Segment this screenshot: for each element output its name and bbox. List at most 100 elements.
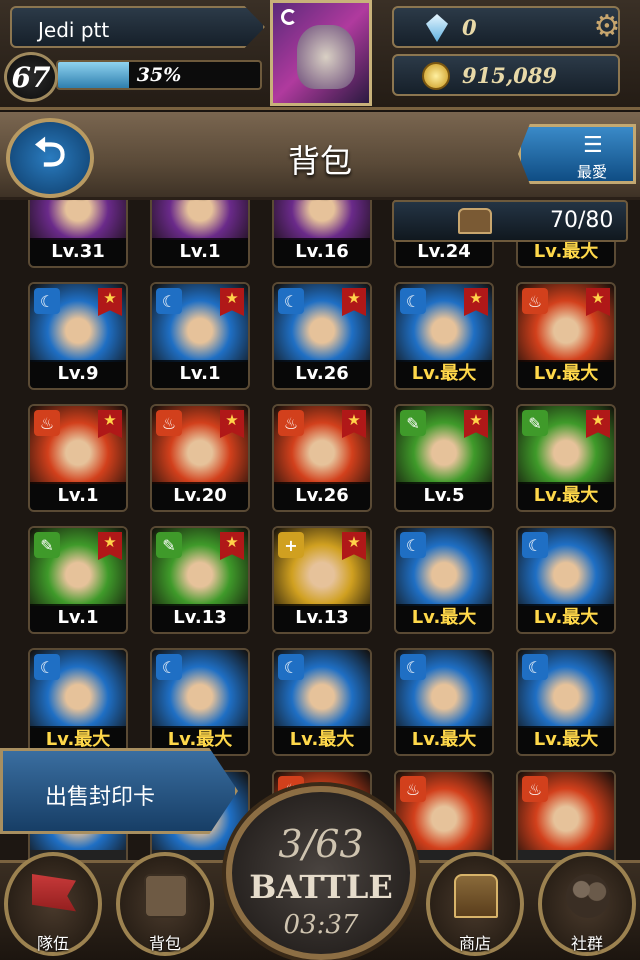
nav-bag-label: 背包	[148, 934, 181, 953]
card-level: Lv.31	[30, 238, 126, 266]
water-attribute-icon: ☾	[278, 654, 304, 680]
monster-card[interactable]: ☾ Lv.最大	[394, 526, 494, 634]
monster-art	[152, 200, 248, 240]
card-level: Lv.最大	[518, 726, 614, 754]
bag-capacity: 70/80	[392, 200, 628, 242]
monster-card[interactable]: 使用中 Lv.16	[272, 200, 372, 268]
monster-card[interactable]: 使用中 Lv.1	[150, 200, 250, 268]
card-level: Lv.26	[274, 360, 370, 388]
player-name: Jedi ptt	[38, 18, 110, 42]
treasure-chest-icon	[454, 874, 498, 918]
in-use-label: 使用中	[30, 200, 126, 201]
battle-button[interactable]: 3/63 BATTLE 03:37	[226, 786, 416, 960]
card-level: Lv.最大	[396, 360, 492, 388]
wood-attribute-icon: ✎	[156, 532, 182, 558]
sell-cards-button[interactable]: 出售封印卡	[0, 748, 238, 834]
monster-art	[274, 200, 370, 240]
monster-card[interactable]: ♨ ★ Lv.26	[272, 404, 372, 512]
monster-card[interactable]: ☾ Lv.最大	[150, 648, 250, 756]
gear-icon[interactable]: ⚙	[590, 10, 624, 44]
card-level: Lv.最大	[518, 360, 614, 388]
card-level: Lv.最大	[274, 726, 370, 754]
water-attribute-icon: ☾	[34, 654, 60, 680]
fire-attribute-icon: ♨	[522, 776, 548, 802]
player-name-plate: Jedi ptt	[10, 6, 265, 48]
monster-card[interactable]: ☾ Lv.最大	[516, 526, 616, 634]
monster-card[interactable]: ☾ ★ Lv.9	[28, 282, 128, 390]
card-level: Lv.5	[396, 482, 492, 510]
card-level: Lv.9	[30, 360, 126, 388]
monster-card[interactable]: ☾ Lv.最大	[394, 648, 494, 756]
monster-card[interactable]: ☾ Lv.最大	[28, 648, 128, 756]
nav-bag[interactable]: 背包	[116, 852, 214, 956]
card-level: Lv.13	[274, 604, 370, 632]
nav-shop[interactable]: 商店	[426, 852, 524, 956]
gem-counter: 0	[392, 6, 620, 48]
card-level: Lv.26	[274, 482, 370, 510]
battle-label: BATTLE	[249, 868, 393, 906]
back-arrow-icon: ⮌	[33, 130, 67, 176]
fire-attribute-icon: ♨	[522, 288, 548, 314]
card-level: Lv.1	[152, 238, 248, 266]
sell-cards-label: 出售封印卡	[45, 785, 156, 810]
exp-percent: 35%	[136, 64, 182, 86]
monster-card[interactable]: ✎ ★ Lv.13	[150, 526, 250, 634]
monster-card[interactable]: + ★ Lv.13	[272, 526, 372, 634]
fire-attribute-icon: ♨	[278, 410, 304, 436]
water-attribute-icon: ☾	[34, 288, 60, 314]
nav-social[interactable]: 社群	[538, 852, 636, 956]
player-level: 67	[4, 52, 58, 102]
card-level: Lv.最大	[396, 604, 492, 632]
fire-attribute-icon: ♨	[400, 776, 426, 802]
leader-avatar[interactable]	[270, 0, 372, 106]
card-level: Lv.20	[152, 482, 248, 510]
monster-card[interactable]: ☾ Lv.最大	[516, 648, 616, 756]
monster-card[interactable]: ✎ ★ Lv.1	[28, 526, 128, 634]
exp-bar: 35%	[56, 60, 262, 90]
monster-card[interactable]: ♨ ★ Lv.1	[28, 404, 128, 512]
coin-count: 915,089	[462, 63, 557, 88]
monster-card[interactable]: ☾ ★ Lv.最大	[394, 282, 494, 390]
favorite-label: 最愛	[577, 163, 608, 181]
monster-art	[30, 200, 126, 240]
wood-attribute-icon: ✎	[400, 410, 426, 436]
light-attribute-icon: +	[278, 532, 304, 558]
nav-team[interactable]: 隊伍	[4, 852, 102, 956]
in-use-label: 使用中	[274, 200, 370, 201]
water-attribute-icon: ☾	[400, 532, 426, 558]
monster-card[interactable]: ☾ ★ Lv.26	[272, 282, 372, 390]
water-attribute-icon: ☾	[278, 288, 304, 314]
monster-card[interactable]: ♨ ★ Lv.最大	[516, 282, 616, 390]
card-level: Lv.16	[274, 238, 370, 266]
monster-card[interactable]: ♨ ★ Lv.20	[150, 404, 250, 512]
card-level: Lv.1	[30, 604, 126, 632]
gem-icon	[426, 14, 448, 42]
fire-attribute-icon: ♨	[156, 410, 182, 436]
nav-social-label: 社群	[570, 934, 603, 953]
nav-team-label: 隊伍	[36, 934, 69, 953]
dark-attribute-icon	[281, 9, 297, 25]
monster-card[interactable]: 使用中 Lv.31	[28, 200, 128, 268]
fire-attribute-icon: ♨	[34, 410, 60, 436]
water-attribute-icon: ☾	[156, 654, 182, 680]
monster-card[interactable]: ☾ Lv.最大	[272, 648, 372, 756]
card-level: Lv.最大	[518, 238, 614, 266]
battle-stamina: 3/63	[278, 822, 364, 866]
water-attribute-icon: ☾	[522, 654, 548, 680]
flag-icon	[32, 874, 76, 912]
battle-timer: 03:37	[283, 910, 359, 940]
chest-icon	[458, 208, 492, 234]
card-level: Lv.最大	[396, 726, 492, 754]
favorite-button[interactable]: ☰ 最愛	[518, 124, 636, 184]
people-icon	[566, 874, 610, 918]
monster-card[interactable]: ✎ ★ Lv.5	[394, 404, 494, 512]
bag-icon	[144, 874, 188, 918]
card-level: Lv.1	[152, 360, 248, 388]
bag-capacity-text: 70/80	[550, 208, 614, 233]
back-button[interactable]: ⮌	[6, 118, 94, 198]
list-icon: ☰	[583, 133, 603, 158]
card-level: Lv.1	[30, 482, 126, 510]
monster-card[interactable]: ✎ ★ Lv.最大	[516, 404, 616, 512]
coin-icon	[422, 62, 450, 90]
monster-card[interactable]: ☾ ★ Lv.1	[150, 282, 250, 390]
